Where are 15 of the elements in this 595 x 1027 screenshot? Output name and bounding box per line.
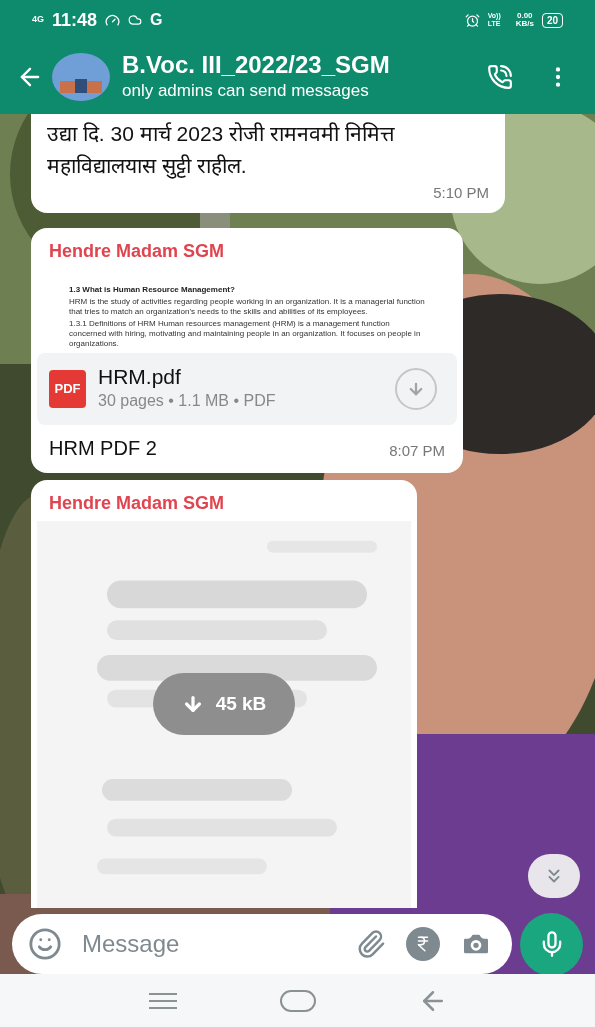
carrier-label: G [150,10,163,30]
cloud-icon [128,13,143,27]
battery-icon: 20 [541,12,563,28]
status-time: 11:48 [52,8,98,32]
home-icon[interactable] [280,989,317,1012]
speed-unit: KB/s [515,20,534,28]
recent-apps-icon[interactable] [146,991,179,1010]
chat-subtitle: only admins can send messages [122,80,370,102]
speed-value: 0.00 [516,12,533,20]
gauge-icon [105,12,121,28]
alarm-icon [464,12,480,28]
call-icon[interactable] [487,64,513,90]
group-avatar[interactable] [52,53,110,101]
chat-title: B.Voc. III_2022/23_SGM [122,51,391,79]
network-label: 4G [32,13,44,27]
